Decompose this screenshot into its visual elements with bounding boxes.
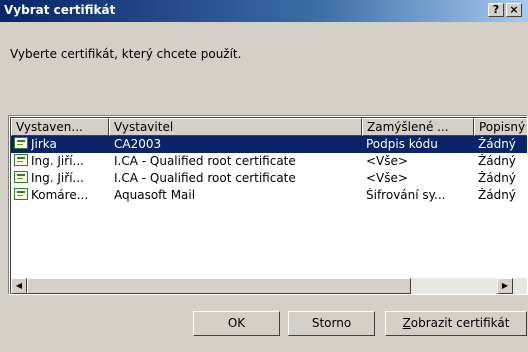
- ok-button[interactable]: OK: [193, 311, 280, 336]
- cell-purpose: Šifrování sy...: [366, 188, 446, 202]
- table-row[interactable]: Ing. Jiří... I.CA - Qualified root certi…: [11, 153, 527, 170]
- scroll-thumb[interactable]: [27, 278, 411, 294]
- cell-issued-to: Ing. Jiří...: [31, 171, 84, 185]
- cell-issued-to: Ing. Jiří...: [31, 154, 84, 168]
- certificate-list[interactable]: Vystaven... Vystavitel Zamýšlené ... Pop…: [8, 115, 528, 295]
- title-bar: Vybrat certifikát ? ×: [0, 0, 528, 22]
- certificate-icon: [14, 154, 28, 166]
- cell-purpose: <Vše>: [366, 154, 408, 168]
- certificate-icon: [14, 188, 28, 200]
- cancel-button[interactable]: Storno: [288, 311, 375, 336]
- list-header: Vystaven... Vystavitel Zamýšlené ... Pop…: [11, 118, 527, 136]
- view-certificate-label: obrazit certifikát: [410, 316, 510, 330]
- close-button[interactable]: ×: [506, 3, 522, 17]
- certificate-list-body: Vystaven... Vystavitel Zamýšlené ... Pop…: [10, 117, 527, 294]
- instruction-text: Vyberte certifikát, který chcete použít.: [10, 47, 242, 61]
- list-rows: Jirka CA2003 Podpis kódu Žádný Ing. Jiří…: [11, 136, 527, 204]
- column-header-friendly-name[interactable]: Popisný: [474, 118, 527, 136]
- cell-issuer: Aquasoft Mail: [114, 188, 196, 202]
- table-row[interactable]: Ing. Jiří... I.CA - Qualified root certi…: [11, 170, 527, 187]
- cell-friendly-name: Žádný: [478, 137, 516, 151]
- cell-purpose: <Vše>: [366, 171, 408, 185]
- scroll-right-button[interactable]: ▶: [497, 278, 513, 294]
- cell-friendly-name: Žádný: [478, 188, 516, 202]
- help-button[interactable]: ?: [488, 3, 504, 17]
- table-row[interactable]: Jirka CA2003 Podpis kódu Žádný: [11, 136, 527, 153]
- column-header-intended-purpose[interactable]: Zamýšlené ...: [362, 118, 474, 136]
- column-header-issued-to[interactable]: Vystaven...: [11, 118, 109, 136]
- cell-friendly-name: Žádný: [478, 171, 516, 185]
- cell-friendly-name: Žádný: [478, 154, 516, 168]
- window-title: Vybrat certifikát: [4, 3, 116, 17]
- certificate-icon: [14, 137, 28, 149]
- cell-issuer: I.CA - Qualified root certificate: [114, 154, 296, 168]
- certificate-icon: [14, 171, 28, 183]
- table-row[interactable]: Komáre... Aquasoft Mail Šifrování sy... …: [11, 187, 527, 204]
- scroll-left-button[interactable]: ◀: [11, 278, 27, 294]
- horizontal-scrollbar[interactable]: ◀ ▶: [11, 278, 527, 294]
- cell-issuer: CA2003: [114, 137, 162, 151]
- cell-issued-to: Komáre...: [31, 188, 89, 202]
- cell-issuer: I.CA - Qualified root certificate: [114, 171, 296, 185]
- cell-issued-to: Jirka: [31, 137, 57, 151]
- cell-purpose: Podpis kódu: [366, 137, 438, 151]
- view-certificate-button[interactable]: Zobrazit certifikát: [385, 311, 527, 336]
- view-certificate-accelerator: Z: [402, 316, 411, 330]
- column-header-issuer[interactable]: Vystavitel: [109, 118, 362, 136]
